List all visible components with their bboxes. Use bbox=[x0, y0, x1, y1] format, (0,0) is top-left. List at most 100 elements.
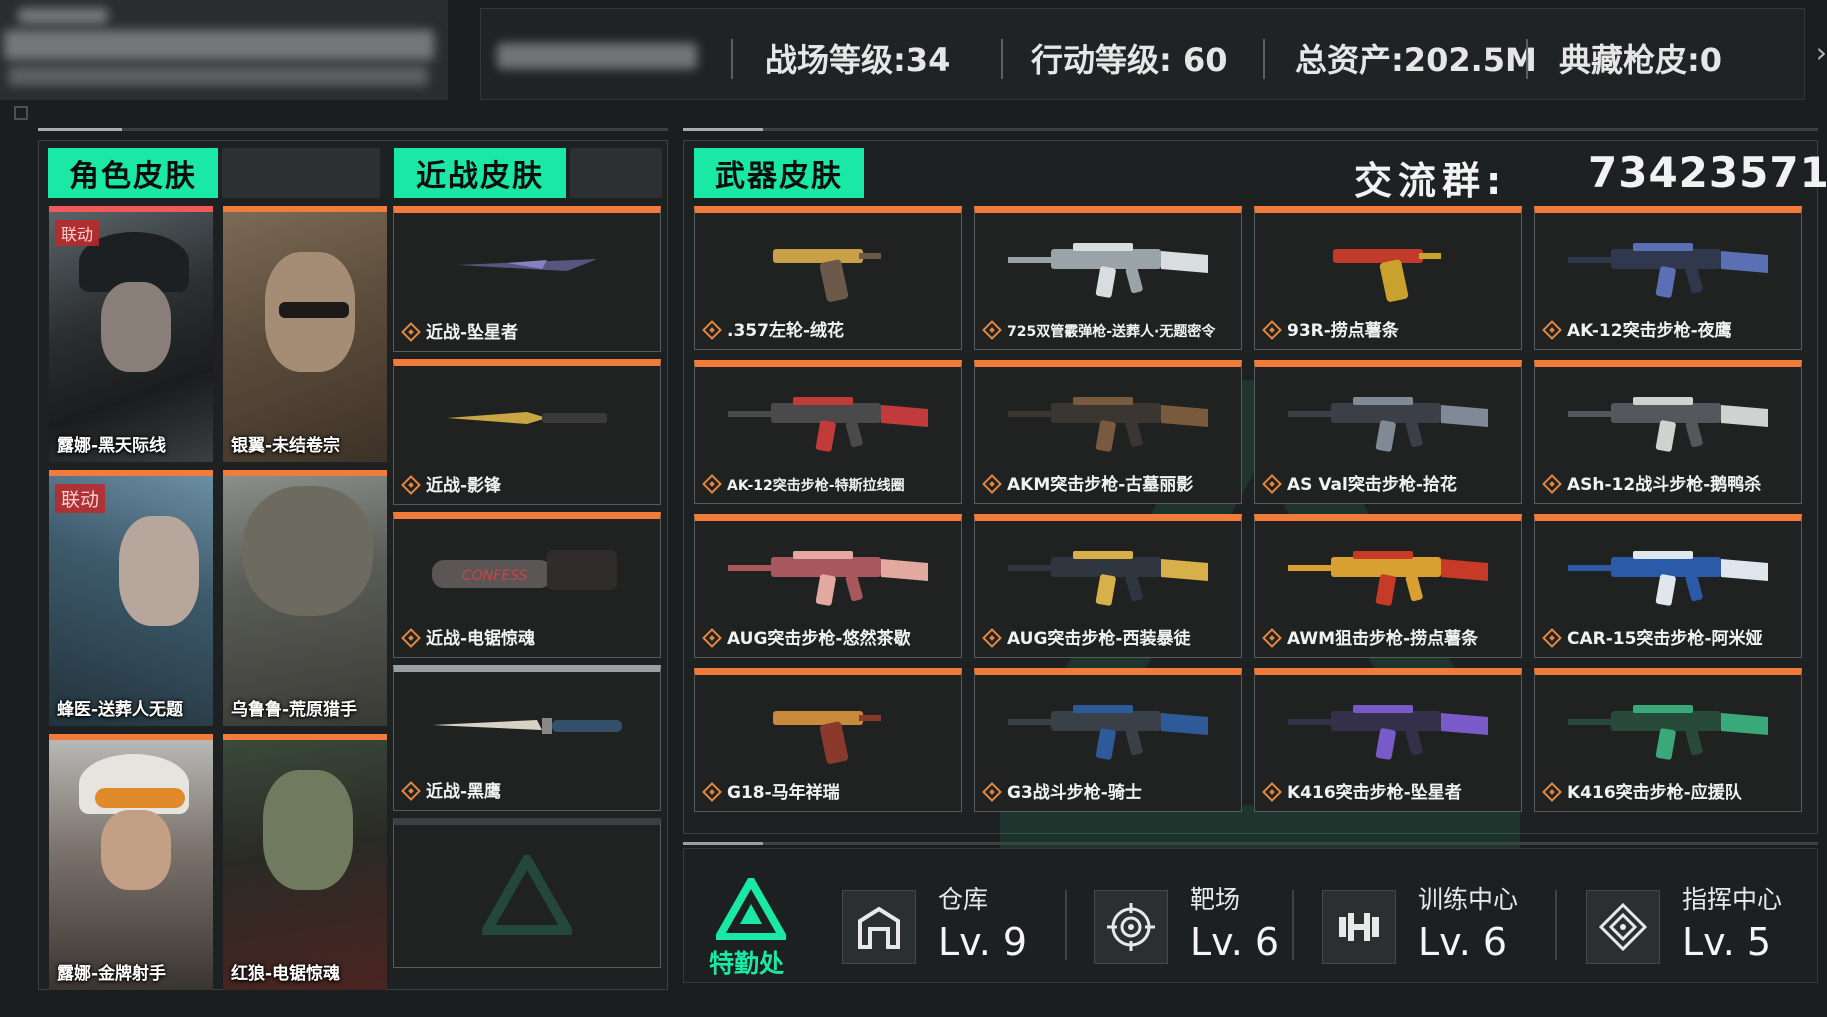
rarity-diamond-icon bbox=[702, 320, 722, 340]
weapon-panel-scroll-thumb[interactable] bbox=[683, 842, 763, 845]
chevron-right-icon[interactable]: › bbox=[1816, 36, 1827, 69]
character-skin-label: 乌鲁鲁-荒原猎手 bbox=[231, 700, 358, 720]
knife-icon bbox=[447, 412, 607, 424]
collab-badge: 联动 bbox=[55, 484, 106, 513]
weapon-skin-card[interactable]: AK-12突击步枪-夜鹰 bbox=[1534, 206, 1802, 350]
weapon-skin-label: AUG突击步枪-悠然茶歇 bbox=[727, 629, 911, 649]
weapon-image bbox=[1333, 249, 1441, 302]
weapon-skin-card[interactable]: CAR-15突击步枪-阿米娅 bbox=[1534, 514, 1802, 658]
melee-skin-card[interactable]: 近战-坠星者 bbox=[393, 206, 661, 352]
character-skin-label: 银翼-未结卷宗 bbox=[231, 436, 341, 456]
weapon-skin-card[interactable]: K416突击步枪-应援队 bbox=[1534, 668, 1802, 812]
facility-level: Lv. 6 bbox=[1190, 920, 1280, 964]
melee-skin-label: 近战-黑鹰 bbox=[426, 782, 502, 802]
facility-warehouse[interactable]: 仓库 Lv. 9 bbox=[842, 880, 1052, 972]
weapon-image bbox=[1288, 551, 1488, 606]
weapon-skin-label: ASh-12战斗步枪-鹅鸭杀 bbox=[1567, 475, 1762, 495]
facility-shooting-range[interactable]: 靶场 Lv. 6 bbox=[1094, 880, 1304, 972]
weapon-image bbox=[1568, 551, 1768, 606]
weapon-skin-label: 93R-捞点薯条 bbox=[1287, 321, 1399, 341]
weapon-skin-label: K416突击步枪-应援队 bbox=[1567, 783, 1742, 803]
melee-skin-label: 近战-影锋 bbox=[426, 476, 502, 496]
panel-top-line-accent bbox=[683, 128, 763, 131]
weapon-skin-card[interactable]: AKM突击步枪-古墓丽影 bbox=[974, 360, 1242, 504]
weapon-skin-card[interactable]: AWM狙击步枪-捞点薯条 bbox=[1254, 514, 1522, 658]
weapon-skin-card[interactable]: AK-12突击步枪-特斯拉线圈 bbox=[694, 360, 962, 504]
weapon-skin-card[interactable]: G3战斗步枪-骑士 bbox=[974, 668, 1242, 812]
tab-melee-skins-tail bbox=[570, 148, 662, 198]
weapon-skin-card[interactable]: G18-马年祥瑞 bbox=[694, 668, 962, 812]
character-skin-card[interactable]: 银翼-未结卷宗 bbox=[223, 206, 387, 462]
weapon-skin-label: G3战斗步枪-骑士 bbox=[1007, 783, 1142, 803]
weapon-image bbox=[1288, 397, 1488, 452]
player-profile-card[interactable] bbox=[0, 0, 448, 100]
empty-melee-slot bbox=[393, 818, 661, 968]
weapon-panel-scroll-track[interactable] bbox=[683, 842, 1818, 845]
tab-character-skins[interactable]: 角色皮肤 bbox=[48, 148, 218, 198]
character-skin-card[interactable]: 红狼-电锯惊魂 bbox=[223, 734, 387, 990]
weapon-skin-card[interactable]: AS Val突击步枪-拾花 bbox=[1254, 360, 1522, 504]
weapon-image bbox=[1568, 705, 1768, 760]
tab-character-skins-tail bbox=[222, 148, 380, 198]
profile-corner-mark bbox=[14, 106, 28, 120]
weapon-skin-label: .357左轮-绒花 bbox=[727, 321, 844, 341]
weapon-image bbox=[773, 249, 881, 302]
facility-level: Lv. 5 bbox=[1682, 920, 1772, 964]
rarity-diamond-icon bbox=[1262, 628, 1282, 648]
character-skin-card[interactable]: 乌鲁鲁-荒原猎手 bbox=[223, 470, 387, 726]
weapon-skin-card[interactable]: AUG突击步枪-西装暴徒 bbox=[974, 514, 1242, 658]
panel-top-line-accent bbox=[38, 128, 122, 131]
total-assets: 总资产:202.5M bbox=[1295, 41, 1537, 79]
rarity-diamond-icon bbox=[982, 782, 1002, 802]
rarity-diamond-icon bbox=[1542, 628, 1562, 648]
facility-divider bbox=[1292, 890, 1294, 960]
rarity-diamond-icon bbox=[1542, 474, 1562, 494]
knife-icon bbox=[432, 718, 622, 734]
facility-name: 指挥中心 bbox=[1682, 885, 1783, 914]
melee-skin-label: 近战-电锯惊魂 bbox=[426, 629, 536, 649]
weapon-image bbox=[1568, 243, 1768, 298]
weapon-skin-card[interactable]: ASh-12战斗步枪-鹅鸭杀 bbox=[1534, 360, 1802, 504]
facility-level: Lv. 9 bbox=[938, 920, 1028, 964]
character-skin-card[interactable]: 联动 蜂医-送葬人无题 bbox=[49, 470, 213, 726]
weapon-image bbox=[728, 551, 928, 606]
character-skin-card[interactable]: 联动 露娜-黑天际线 bbox=[49, 206, 213, 462]
weapon-skin-label: AS Val突击步枪-拾花 bbox=[1287, 475, 1457, 495]
rarity-diamond-icon bbox=[1262, 782, 1282, 802]
command-icon bbox=[1586, 890, 1660, 964]
target-icon bbox=[1094, 890, 1168, 964]
tab-weapon-skins[interactable]: 武器皮肤 bbox=[694, 148, 864, 198]
weapon-skin-card[interactable]: 725双管霰弹枪-送葬人·无题密令 bbox=[974, 206, 1242, 350]
weapon-image bbox=[773, 711, 881, 764]
character-skin-card[interactable]: 露娜-金牌射手 bbox=[49, 734, 213, 990]
delta-logo-icon bbox=[716, 878, 786, 940]
special-ops-logo[interactable]: 特勤处 bbox=[706, 878, 796, 978]
weapon-skin-label: CAR-15突击步枪-阿米娅 bbox=[1567, 629, 1763, 649]
rarity-diamond-icon bbox=[982, 320, 1002, 340]
melee-skin-card[interactable]: CONFESS 近战-电锯惊魂 bbox=[393, 512, 661, 658]
weapon-skin-card[interactable]: AUG突击步枪-悠然茶歇 bbox=[694, 514, 962, 658]
melee-skin-label: 近战-坠星者 bbox=[426, 323, 519, 343]
tab-melee-skins[interactable]: 近战皮肤 bbox=[394, 148, 566, 198]
character-skin-label: 蜂医-送葬人无题 bbox=[57, 700, 184, 720]
facility-command-center[interactable]: 指挥中心 Lv. 5 bbox=[1586, 880, 1796, 972]
face-shape bbox=[101, 810, 171, 890]
rarity-diamond-icon bbox=[401, 781, 421, 801]
weapon-skin-card[interactable]: K416突击步枪-坠星者 bbox=[1254, 668, 1522, 812]
weapon-skin-label: AWM狙击步枪-捞点薯条 bbox=[1287, 629, 1479, 649]
knife-icon bbox=[457, 259, 597, 271]
weapon-image bbox=[1008, 243, 1208, 298]
facility-training-center[interactable]: 训练中心 Lv. 6 bbox=[1322, 880, 1552, 972]
facility-name: 仓库 bbox=[938, 885, 989, 914]
ghillie-shape bbox=[243, 486, 373, 616]
player-name-blurred bbox=[497, 43, 697, 69]
melee-skin-card[interactable]: 近战-影锋 bbox=[393, 359, 661, 505]
weapon-image bbox=[1008, 705, 1208, 760]
rarity-diamond-icon bbox=[982, 474, 1002, 494]
weapon-skin-card[interactable]: 93R-捞点薯条 bbox=[1254, 206, 1522, 350]
mask-shape bbox=[263, 770, 353, 890]
weapon-skin-card[interactable]: .357左轮-绒花 bbox=[694, 206, 962, 350]
melee-skin-card[interactable]: 近战-黑鹰 bbox=[393, 665, 661, 811]
weapon-skin-label: G18-马年祥瑞 bbox=[727, 783, 840, 803]
sunglasses-shape bbox=[279, 302, 349, 318]
